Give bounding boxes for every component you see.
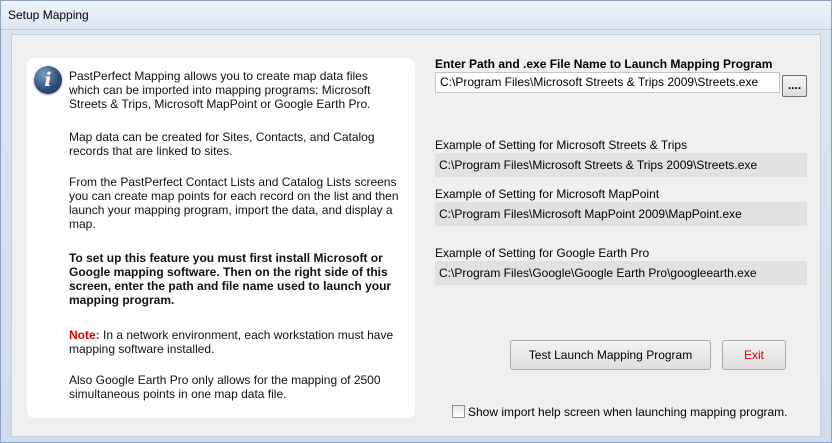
show-help-checkbox[interactable] <box>452 405 465 418</box>
exit-button[interactable]: Exit <box>722 340 786 370</box>
info-panel: i PastPerfect Mapping allows you to crea… <box>27 58 415 418</box>
example-value-streets-trips: C:\Program Files\Microsoft Streets & Tri… <box>435 153 807 177</box>
dialog-body: i PastPerfect Mapping allows you to crea… <box>11 34 821 437</box>
example-label-google-earth: Example of Setting for Google Earth Pro <box>435 246 650 260</box>
show-help-label[interactable]: Show import help screen when launching m… <box>468 405 788 419</box>
intro-text: PastPerfect Mapping allows you to create… <box>69 69 371 111</box>
note-text: In a network environment, each workstati… <box>69 328 394 356</box>
path-input[interactable]: C:\Program Files\Microsoft Streets & Tri… <box>435 72 780 93</box>
example-value-google-earth: C:\Program Files\Google\Google Earth Pro… <box>435 261 807 285</box>
network-note: Note: In a network environment, each wor… <box>69 328 399 356</box>
browse-button[interactable]: .... <box>782 75 807 97</box>
window-title: Setup Mapping <box>8 8 89 22</box>
google-earth-limit-text: Also Google Earth Pro only allows for th… <box>69 373 381 401</box>
title-bar[interactable]: Setup Mapping <box>1 1 831 30</box>
note-label: Note: <box>69 328 100 342</box>
setup-mapping-window: Setup Mapping i PastPerfect Mapping allo… <box>0 0 832 443</box>
example-label-streets-trips: Example of Setting for Microsoft Streets… <box>435 138 688 152</box>
show-help-checkbox-row[interactable]: Show import help screen when launching m… <box>452 405 788 419</box>
lists-text: From the PastPerfect Contact Lists and C… <box>69 175 399 231</box>
map-data-text: Map data can be created for Sites, Conta… <box>69 130 375 158</box>
test-launch-button[interactable]: Test Launch Mapping Program <box>510 340 711 370</box>
example-label-mappoint: Example of Setting for Microsoft MapPoin… <box>435 187 660 201</box>
example-value-mappoint: C:\Program Files\Microsoft MapPoint 2009… <box>435 202 807 226</box>
setup-instructions-text: To set up this feature you must first in… <box>69 251 392 307</box>
path-label: Enter Path and .exe File Name to Launch … <box>435 57 773 71</box>
info-icon: i <box>34 66 62 94</box>
